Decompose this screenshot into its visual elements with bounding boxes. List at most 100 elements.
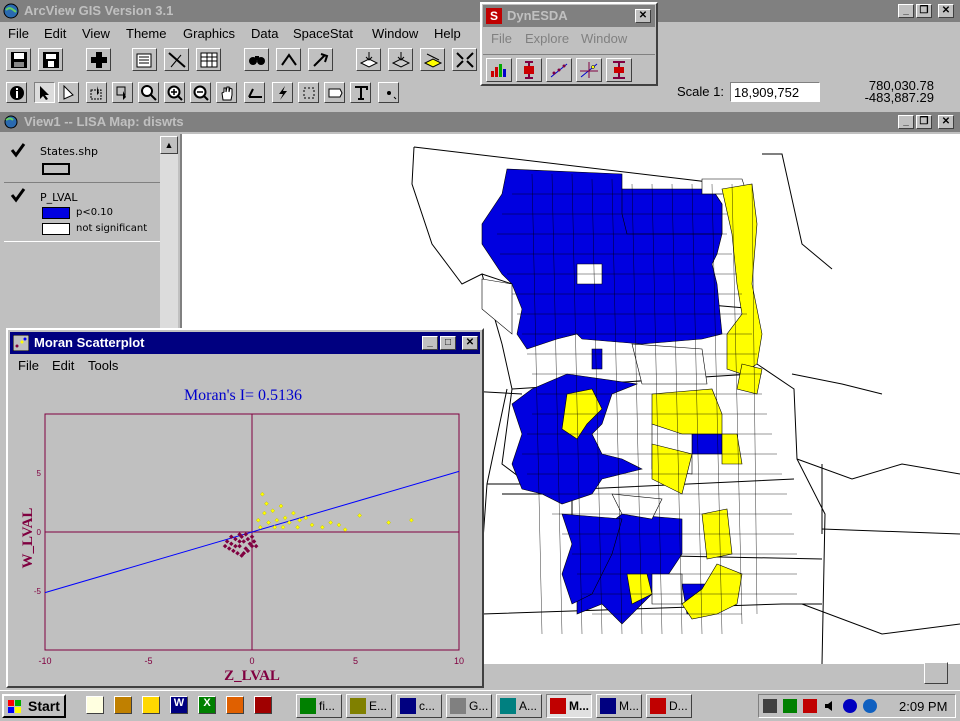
scroll-up-button[interactable]: ▲ bbox=[160, 136, 178, 154]
scale-input[interactable]: 18,909,752 bbox=[730, 82, 820, 102]
histogram-button[interactable] bbox=[486, 58, 512, 82]
moran-menu-tools[interactable]: Tools bbox=[88, 358, 118, 373]
moran-scatterplot-button[interactable] bbox=[576, 58, 602, 82]
menu-view[interactable]: View bbox=[82, 26, 110, 41]
view-icon bbox=[3, 114, 19, 130]
save-edits-button[interactable] bbox=[38, 48, 63, 71]
excel-icon[interactable]: X bbox=[198, 696, 216, 714]
quicklaunch-icon-2[interactable] bbox=[114, 696, 132, 714]
taskbar-button[interactable]: c... bbox=[396, 694, 442, 718]
menu-help[interactable]: Help bbox=[434, 26, 461, 41]
zoom-full-extent-button[interactable] bbox=[356, 48, 381, 71]
dynesda-close-button[interactable]: ✕ bbox=[635, 9, 651, 23]
moran-menu-file[interactable]: File bbox=[18, 358, 39, 373]
taskbar-button[interactable]: M... bbox=[596, 694, 642, 718]
moran-maximize-button[interactable]: □ bbox=[440, 336, 456, 350]
menu-file[interactable]: File bbox=[8, 26, 29, 41]
view-restore-button[interactable]: ❐ bbox=[916, 115, 932, 129]
zoom-out-tool[interactable] bbox=[190, 82, 211, 103]
data-point bbox=[249, 534, 255, 540]
clock[interactable]: 2:09 PM bbox=[899, 699, 947, 714]
menu-edit[interactable]: Edit bbox=[44, 26, 66, 41]
taskbar-button[interactable]: fi... bbox=[296, 694, 342, 718]
moran-minimize-button[interactable]: _ bbox=[422, 336, 438, 350]
text-tool[interactable] bbox=[350, 82, 371, 103]
moran-menu-edit[interactable]: Edit bbox=[52, 358, 74, 373]
zoom-selected-button[interactable] bbox=[420, 48, 445, 71]
data-point bbox=[262, 510, 267, 516]
powerpoint-icon[interactable] bbox=[226, 696, 244, 714]
identify-tool[interactable] bbox=[6, 82, 27, 103]
menu-spacestat[interactable]: SpaceStat bbox=[293, 26, 353, 41]
taskbar-button[interactable]: A... bbox=[496, 694, 542, 718]
add-theme-button[interactable] bbox=[86, 48, 111, 71]
speaker-icon[interactable] bbox=[823, 699, 837, 713]
vertex-edit-tool[interactable] bbox=[58, 82, 79, 103]
start-button[interactable]: Start bbox=[2, 694, 66, 718]
view-size-grip[interactable] bbox=[924, 662, 948, 684]
data-point bbox=[336, 522, 342, 528]
save-project-button[interactable] bbox=[6, 48, 31, 71]
pointer-tool[interactable] bbox=[34, 82, 55, 103]
coordinate-y: -483,887.29 bbox=[864, 90, 934, 105]
data-point bbox=[278, 503, 284, 509]
draw-point-tool[interactable] bbox=[378, 82, 399, 103]
menu-graphics[interactable]: Graphics bbox=[183, 26, 235, 41]
view-close-button[interactable]: ✕ bbox=[938, 115, 954, 129]
taskbar-button[interactable]: D... bbox=[646, 694, 692, 718]
query-builder-button[interactable] bbox=[308, 48, 333, 71]
theme-p-lval[interactable]: P_LVAL p<0.10 not significant bbox=[4, 182, 160, 242]
theme-properties-button[interactable] bbox=[132, 48, 157, 71]
zoom-in-tool[interactable] bbox=[138, 82, 159, 103]
close-button[interactable]: ✕ bbox=[938, 4, 954, 18]
taskbar-button[interactable]: G... bbox=[446, 694, 492, 718]
moran-title-bar[interactable]: Moran Scatterplot _ □ ✕ bbox=[10, 332, 480, 354]
checkbox-checked-icon[interactable] bbox=[10, 187, 26, 203]
moran-close-button[interactable]: ✕ bbox=[462, 336, 478, 350]
label-tool[interactable] bbox=[324, 82, 345, 103]
view-minimize-button[interactable]: _ bbox=[898, 115, 914, 129]
tray-icon-1[interactable] bbox=[763, 699, 777, 713]
area-of-interest-tool[interactable] bbox=[298, 82, 319, 103]
moran-scatterplot-chart[interactable]: Moran's I= 0.5136 -10 -5 0 5 10 5 0 -5 Z_LVAL W… bbox=[10, 378, 480, 686]
quicklaunch-icon-1[interactable] bbox=[86, 696, 104, 714]
menu-theme[interactable]: Theme bbox=[126, 26, 166, 41]
zoom-in-button[interactable] bbox=[452, 48, 477, 71]
dynesda-title-bar[interactable]: S DynESDA ✕ bbox=[483, 5, 655, 27]
restore-button[interactable]: ❐ bbox=[916, 4, 932, 18]
tray-icon-2[interactable] bbox=[783, 699, 797, 713]
word-icon[interactable]: W bbox=[170, 696, 188, 714]
edit-legend-button[interactable] bbox=[164, 48, 189, 71]
dynesda-menu-file[interactable]: File bbox=[491, 31, 512, 46]
zoom-plus-tool[interactable] bbox=[164, 82, 185, 103]
checkbox-checked-icon[interactable] bbox=[10, 142, 26, 158]
app-icon bbox=[400, 698, 416, 714]
access-icon[interactable] bbox=[254, 696, 272, 714]
select-graphics-tool[interactable] bbox=[112, 82, 133, 103]
open-table-button[interactable] bbox=[196, 48, 221, 71]
zoom-active-themes-button[interactable] bbox=[388, 48, 413, 71]
scatterplot-button[interactable] bbox=[546, 58, 572, 82]
menu-window[interactable]: Window bbox=[372, 26, 418, 41]
minimize-button[interactable]: _ bbox=[898, 4, 914, 18]
quicklaunch-icon-3[interactable] bbox=[142, 696, 160, 714]
tray-icon-5[interactable] bbox=[863, 699, 877, 713]
taskbar-button[interactable]: M... bbox=[546, 694, 592, 718]
menu-data[interactable]: Data bbox=[251, 26, 278, 41]
find-button[interactable] bbox=[244, 48, 269, 71]
measure-tool[interactable] bbox=[244, 82, 265, 103]
select-feature-tool[interactable] bbox=[86, 82, 107, 103]
dynesda-menu-window[interactable]: Window bbox=[581, 31, 627, 46]
hotlink-tool[interactable] bbox=[272, 82, 293, 103]
theme-states[interactable]: States.shp bbox=[6, 138, 158, 178]
locate-address-button[interactable] bbox=[276, 48, 301, 71]
tray-icon-3[interactable] bbox=[803, 699, 817, 713]
data-point bbox=[255, 517, 261, 523]
taskbar-button[interactable]: E... bbox=[346, 694, 392, 718]
conditional-plot-button[interactable] bbox=[606, 58, 632, 82]
dynesda-menu-explore[interactable]: Explore bbox=[525, 31, 569, 46]
tray-icon-4[interactable] bbox=[843, 699, 857, 713]
view-title-bar[interactable]: View1 -- LISA Map: diswts _ ❐ ✕ bbox=[0, 112, 960, 132]
box-plot-button[interactable] bbox=[516, 58, 542, 82]
pan-tool[interactable] bbox=[216, 82, 237, 103]
